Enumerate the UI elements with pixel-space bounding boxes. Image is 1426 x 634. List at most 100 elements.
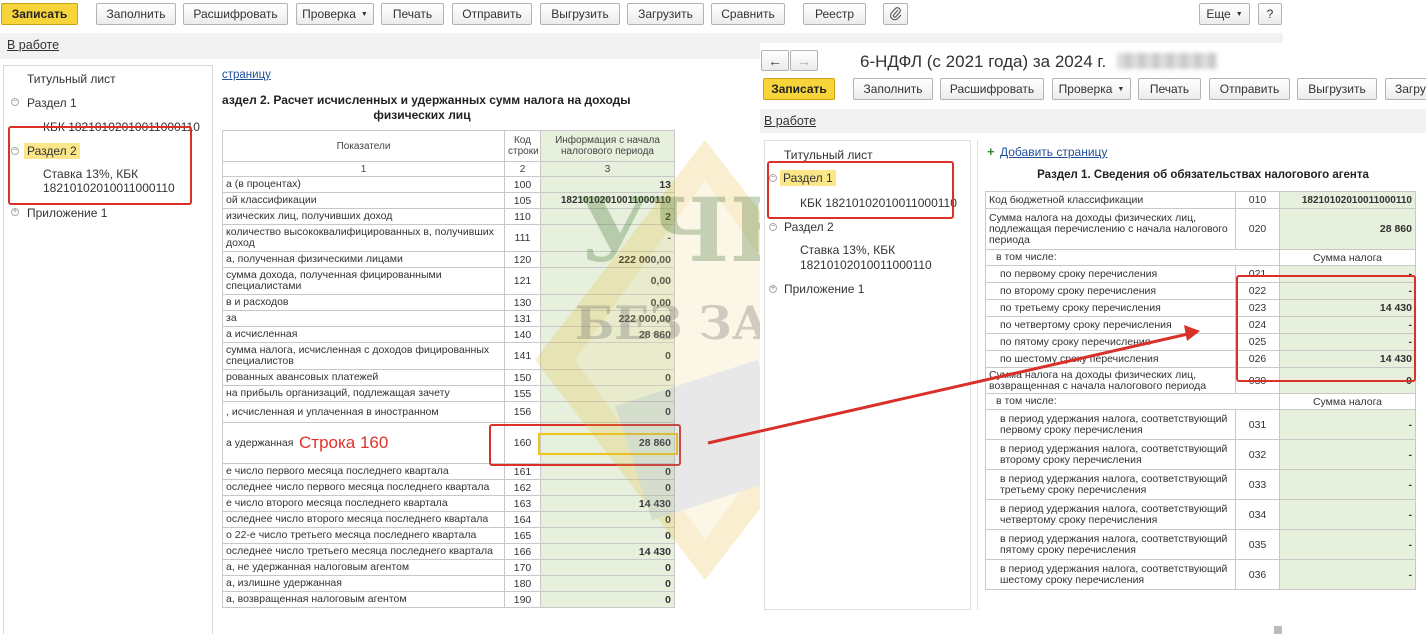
- table-row: а, излишне удержанная 180 0: [222, 575, 675, 592]
- row-value[interactable]: 0: [540, 479, 675, 496]
- forward-button[interactable]: →: [790, 50, 818, 71]
- export-button[interactable]: Выгрузить: [540, 3, 620, 25]
- row-label: в период удержания налога, соответствующ…: [985, 409, 1236, 440]
- row-value[interactable]: 0,00: [540, 294, 675, 311]
- row-value[interactable]: 14 430: [540, 495, 675, 512]
- tree-item-section1[interactable]: Раздел 1: [27, 96, 77, 110]
- row-label: по второму сроку перечисления: [985, 282, 1236, 300]
- selected-cell-160: [538, 433, 678, 455]
- row-value[interactable]: 0: [540, 401, 675, 423]
- registry-button[interactable]: Реестр: [803, 3, 866, 25]
- status-link[interactable]: В работе: [764, 114, 816, 128]
- row-value[interactable]: 14 430: [540, 543, 675, 560]
- row-code: 190: [504, 591, 541, 608]
- table-row: в период удержания налога, соответствующ…: [985, 409, 1416, 440]
- print-button[interactable]: Печать: [381, 3, 444, 25]
- tree-item-section2[interactable]: Раздел 2: [784, 220, 834, 234]
- row-value[interactable]: 0: [540, 591, 675, 608]
- decode-button[interactable]: Расшифровать: [940, 78, 1044, 100]
- section2-title: аздел 2. Расчет исчисленных и удержанных…: [222, 93, 662, 123]
- row-value[interactable]: 0: [540, 342, 675, 370]
- row-code: 100: [504, 176, 541, 193]
- row-value[interactable]: 18210102010011000110: [540, 192, 675, 209]
- row-value[interactable]: 222 000,00: [540, 251, 675, 268]
- section1-title: Раздел 1. Сведения об обязательствах нал…: [1037, 169, 1369, 181]
- check-button[interactable]: Проверка ▼: [1052, 78, 1131, 100]
- tree-item-appendix1[interactable]: Приложение 1: [27, 206, 107, 220]
- row-value[interactable]: -: [1279, 469, 1416, 500]
- table-row: оследнее число третьего месяца последнег…: [222, 543, 675, 560]
- col-header-indicator: Показатели: [222, 130, 505, 162]
- window-title: 6-НДФЛ (с 2021 года) за 2024 г.: [860, 52, 1217, 72]
- row-value[interactable]: -: [1279, 499, 1416, 530]
- row-value[interactable]: -: [540, 224, 675, 252]
- expand-icon[interactable]: +: [11, 208, 19, 216]
- check-button[interactable]: Проверка ▼: [296, 3, 374, 25]
- row-value[interactable]: 0: [540, 369, 675, 386]
- add-page-plus-icon[interactable]: +: [987, 144, 995, 159]
- fill-button[interactable]: Заполнить: [853, 78, 933, 100]
- tree-item-rate-line2[interactable]: 18210102010011000110: [800, 258, 932, 272]
- collapse-icon[interactable]: −: [11, 98, 19, 106]
- send-button[interactable]: Отправить: [452, 3, 532, 25]
- print-button[interactable]: Печать: [1138, 78, 1201, 100]
- decode-button[interactable]: Расшифровать: [183, 3, 288, 25]
- status-link[interactable]: В работе: [7, 38, 59, 52]
- save-button[interactable]: Записать: [1, 3, 78, 25]
- row-code: 164: [504, 511, 541, 528]
- row-label: в и расходов: [222, 294, 505, 311]
- row-value[interactable]: 28 860: [1279, 208, 1416, 250]
- row-label: по четвертому сроку перечисления: [985, 316, 1236, 334]
- row-value[interactable]: 28 860: [540, 326, 675, 343]
- save-button[interactable]: Записать: [763, 78, 835, 100]
- row-value[interactable]: 0: [540, 385, 675, 402]
- tree-item-rate-line1[interactable]: Ставка 13%, КБК: [800, 243, 895, 257]
- tree-item-appendix1[interactable]: Приложение 1: [784, 282, 864, 296]
- add-page-link[interactable]: страницу: [222, 69, 271, 81]
- row-value[interactable]: 0,00: [540, 267, 675, 295]
- import-button[interactable]: Загру: [1385, 78, 1426, 100]
- export-button[interactable]: Выгрузить: [1297, 78, 1377, 100]
- row-code: 121: [504, 267, 541, 295]
- row-value[interactable]: 18210102010011000110: [1279, 191, 1416, 209]
- row-value[interactable]: 0: [540, 559, 675, 576]
- table-row: ой классификации 105 18210102010011000110: [222, 192, 675, 209]
- tree-item-title-page[interactable]: Титульный лист: [27, 72, 116, 86]
- row-label: ой классификации: [222, 192, 505, 209]
- row-value[interactable]: 0: [540, 575, 675, 592]
- row-value[interactable]: 222 000,00: [540, 310, 675, 327]
- help-button[interactable]: ?: [1258, 3, 1282, 25]
- row-value[interactable]: -: [1279, 439, 1416, 470]
- more-button-label: Еще: [1206, 7, 1231, 21]
- table-row: рованных авансовых платежей 150 0: [222, 369, 675, 386]
- back-button[interactable]: ←: [761, 50, 789, 71]
- row-value[interactable]: -: [1279, 559, 1416, 590]
- table-row: оследнее число первого месяца последнего…: [222, 479, 675, 496]
- attach-button[interactable]: [883, 3, 908, 25]
- row-label: в период удержания налога, соответствующ…: [985, 499, 1236, 530]
- row-code: 111: [504, 224, 541, 252]
- including-label: в том числе:: [985, 249, 1280, 266]
- row-value[interactable]: 0: [540, 511, 675, 528]
- expand-icon[interactable]: +: [769, 285, 777, 293]
- compare-button[interactable]: Сравнить: [711, 3, 785, 25]
- row-value[interactable]: 0: [540, 527, 675, 544]
- row-code: 141: [504, 342, 541, 370]
- more-button[interactable]: Еще ▼: [1199, 3, 1250, 25]
- row-label: оследнее число второго месяца последнего…: [222, 511, 505, 528]
- import-button[interactable]: Загрузить: [627, 3, 704, 25]
- fill-button[interactable]: Заполнить: [96, 3, 176, 25]
- annotation-row160: Строка 160: [297, 433, 391, 453]
- add-page-link[interactable]: Добавить страницу: [1000, 145, 1107, 159]
- row-value[interactable]: 2: [540, 208, 675, 225]
- row-value[interactable]: 13: [540, 176, 675, 193]
- right-window: ← → 6-НДФЛ (с 2021 года) за 2024 г. Запи…: [760, 43, 1426, 634]
- tree-item-title-page[interactable]: Титульный лист: [784, 148, 873, 162]
- row-value[interactable]: -: [1279, 529, 1416, 560]
- row-value[interactable]: -: [1279, 409, 1416, 440]
- table-row: в период удержания налога, соответствующ…: [985, 559, 1416, 590]
- row-label: на прибыль организаций, подлежащая зачет…: [222, 385, 505, 402]
- send-button[interactable]: Отправить: [1209, 78, 1290, 100]
- scroll-marker: [1274, 626, 1282, 634]
- collapse-icon[interactable]: −: [769, 223, 777, 231]
